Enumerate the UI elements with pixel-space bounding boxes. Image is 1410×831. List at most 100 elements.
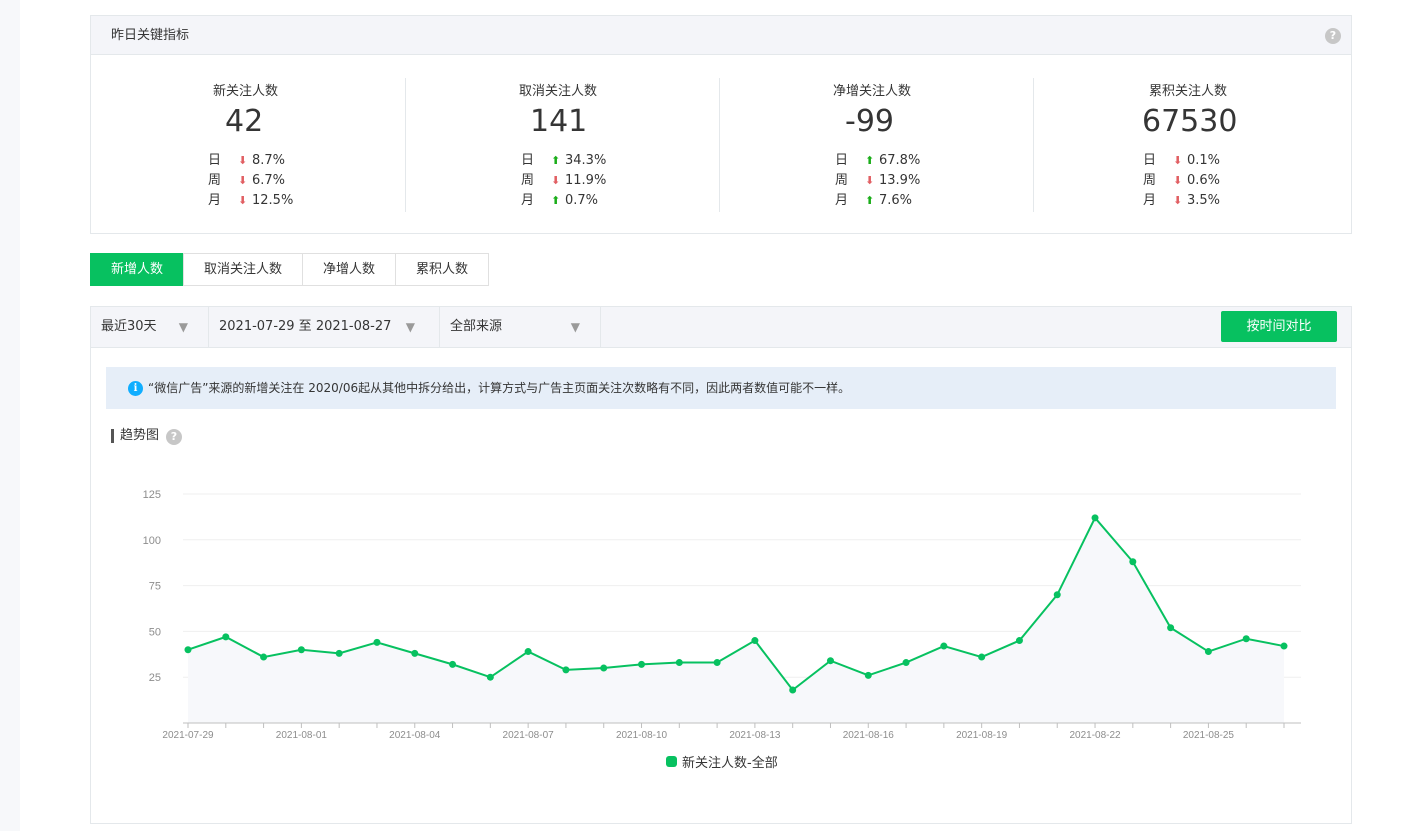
- trend-panel: 最近30天 ▼ 2021-07-29 至 2021-08-27 ▼ 全部来源 ▼…: [90, 306, 1352, 824]
- data-point: [222, 633, 230, 641]
- filter-toolbar: 最近30天 ▼ 2021-07-29 至 2021-08-27 ▼ 全部来源 ▼…: [91, 307, 1351, 348]
- arrow-up-icon: ⬆: [551, 194, 561, 207]
- kpi-comparison-row: 月 ⬇ 12.5%: [208, 191, 293, 211]
- legend-label: 新关注人数-全部: [682, 756, 778, 771]
- range-dropdown[interactable]: 最近30天 ▼: [91, 307, 209, 347]
- kpi-comparison-row: 周 ⬇ 0.6%: [1143, 171, 1220, 191]
- data-point: [1091, 514, 1099, 522]
- comparison-period-label: 日: [208, 153, 222, 168]
- kpi-value: 67530: [1142, 104, 1238, 139]
- arrow-down-icon: ⬇: [865, 174, 875, 187]
- date-range-picker[interactable]: 2021-07-29 至 2021-08-27 ▼: [209, 307, 440, 347]
- comparison-value: 12.5%: [252, 193, 294, 208]
- data-point: [335, 649, 343, 657]
- arrow-down-icon: ⬇: [1173, 194, 1183, 207]
- trend-chart: 25 50 75 100 125 2021-07-29 2021-08-01 2021-08-…: [143, 489, 1301, 741]
- data-point: [1242, 635, 1250, 643]
- data-point: [1280, 642, 1288, 650]
- comparison-period-label: 周: [208, 173, 222, 188]
- compare-by-time-button[interactable]: 按时间对比: [1221, 311, 1337, 342]
- kpi-comparison-row: 日 ⬆ 67.8%: [835, 151, 920, 171]
- comparison-value: 8.7%: [252, 153, 286, 168]
- kpi-comparison-row: 周 ⬇ 13.9%: [835, 171, 920, 191]
- key-metrics-header: 昨日关键指标 ?: [91, 16, 1351, 55]
- comparison-period-label: 月: [1143, 193, 1157, 208]
- x-tick-label: 2021-08-25: [1183, 730, 1235, 741]
- kpi-comparison-row: 月 ⬆ 0.7%: [521, 191, 606, 211]
- arrow-up-icon: ⬆: [551, 154, 561, 167]
- kpi-item: 新关注人数 42 日 ⬇ 8.7% 周 ⬇ 6.7% 月 ⬇ 12.5%: [91, 56, 405, 234]
- comparison-period-label: 周: [835, 173, 849, 188]
- main-content: 昨日关键指标 ? 新关注人数 42 日 ⬇ 8.7% 周 ⬇ 6.7% 月 ⬇ 12.5% 取消关注人…: [20, 0, 1410, 831]
- source-dropdown[interactable]: 全部来源 ▼: [440, 307, 601, 347]
- range-dropdown-label: 最近30天: [101, 319, 157, 334]
- metric-tabs: 新增人数 取消关注人数 净增人数 累积人数: [90, 253, 490, 286]
- help-icon[interactable]: ?: [1325, 28, 1341, 44]
- help-icon[interactable]: ?: [166, 429, 182, 445]
- x-tick-label: 2021-08-10: [616, 730, 668, 741]
- comparison-value: 34.3%: [565, 153, 607, 168]
- data-point: [713, 659, 721, 667]
- key-metrics-title: 昨日关键指标: [111, 28, 190, 43]
- chevron-down-icon: ▼: [405, 320, 415, 334]
- key-metrics-card: 昨日关键指标 ? 新关注人数 42 日 ⬇ 8.7% 周 ⬇ 6.7% 月 ⬇ 12.5% 取消关注人…: [90, 15, 1352, 234]
- comparison-value: 6.7%: [252, 173, 286, 188]
- arrow-up-icon: ⬆: [865, 154, 875, 167]
- notice-text: “微信广告”来源的新增关注在 2020/06起从其他中拆分给出，计算方式与广告主…: [148, 381, 851, 395]
- chevron-down-icon: ▼: [570, 320, 580, 334]
- data-point: [524, 648, 532, 656]
- kpi-comparison-row: 日 ⬆ 34.3%: [521, 151, 606, 171]
- data-point: [373, 638, 381, 646]
- x-tick-label: 2021-08-19: [956, 730, 1008, 741]
- y-tick-label: 25: [149, 672, 161, 684]
- legend-swatch: [666, 756, 677, 767]
- kpi-item: 取消关注人数 141 日 ⬆ 34.3% 周 ⬇ 11.9% 月 ⬆ 0.7%: [405, 56, 719, 234]
- y-tick-label: 50: [149, 626, 161, 638]
- x-tick-label: 2021-08-01: [276, 730, 328, 741]
- tab-2[interactable]: 净增人数: [302, 253, 397, 286]
- data-point: [600, 664, 608, 672]
- kpi-comparisons: 日 ⬆ 67.8% 周 ⬇ 13.9% 月 ⬆ 7.6%: [835, 151, 920, 211]
- data-point: [864, 671, 872, 679]
- data-point: [902, 659, 910, 667]
- comparison-value: 13.9%: [879, 173, 921, 188]
- kpi-value: -99: [845, 104, 894, 139]
- tab-1[interactable]: 取消关注人数: [183, 253, 304, 286]
- comparison-value: 0.6%: [1187, 173, 1221, 188]
- chart-legend[interactable]: 新关注人数-全部: [666, 752, 778, 771]
- tab-3[interactable]: 累积人数: [395, 253, 490, 286]
- comparison-period-label: 日: [1143, 153, 1157, 168]
- data-point: [751, 637, 759, 645]
- data-point: [789, 686, 797, 694]
- x-tick-label: 2021-08-07: [503, 730, 555, 741]
- comparison-value: 7.6%: [879, 193, 913, 208]
- arrow-down-icon: ⬇: [238, 194, 248, 207]
- arrow-up-icon: ⬆: [865, 194, 875, 207]
- data-point: [638, 660, 646, 668]
- series-area: [188, 517, 1284, 723]
- arrow-down-icon: ⬇: [551, 174, 561, 187]
- tab-0[interactable]: 新增人数: [90, 253, 185, 286]
- data-point: [260, 653, 268, 661]
- x-tick-label: 2021-07-29: [162, 730, 214, 741]
- info-icon: i: [128, 381, 143, 396]
- y-tick-label: 125: [143, 489, 161, 501]
- data-point: [184, 646, 192, 654]
- kpi-label: 累积关注人数: [1149, 84, 1228, 99]
- kpi-comparisons: 日 ⬆ 34.3% 周 ⬇ 11.9% 月 ⬆ 0.7%: [521, 151, 606, 211]
- trend-section-title: 趋势图: [111, 429, 159, 443]
- kpi-comparison-row: 周 ⬇ 6.7%: [208, 171, 293, 191]
- kpi-item: 净增关注人数 -99 日 ⬆ 67.8% 周 ⬇ 13.9% 月 ⬆ 7.6%: [719, 56, 1033, 234]
- source-dropdown-label: 全部来源: [450, 319, 503, 334]
- comparison-period-label: 周: [1143, 173, 1157, 188]
- x-tick-label: 2021-08-13: [729, 730, 781, 741]
- kpi-item: 累积关注人数 67530 日 ⬇ 0.1% 周 ⬇ 0.6% 月 ⬇ 3.5%: [1033, 56, 1347, 234]
- data-point: [826, 657, 834, 665]
- comparison-period-label: 日: [521, 153, 535, 168]
- data-point: [449, 660, 457, 668]
- kpi-comparison-row: 日 ⬇ 0.1%: [1143, 151, 1220, 171]
- data-point: [978, 653, 986, 661]
- chevron-down-icon: ▼: [178, 320, 188, 334]
- data-point: [1053, 591, 1061, 599]
- kpi-comparison-row: 周 ⬇ 11.9%: [521, 171, 606, 191]
